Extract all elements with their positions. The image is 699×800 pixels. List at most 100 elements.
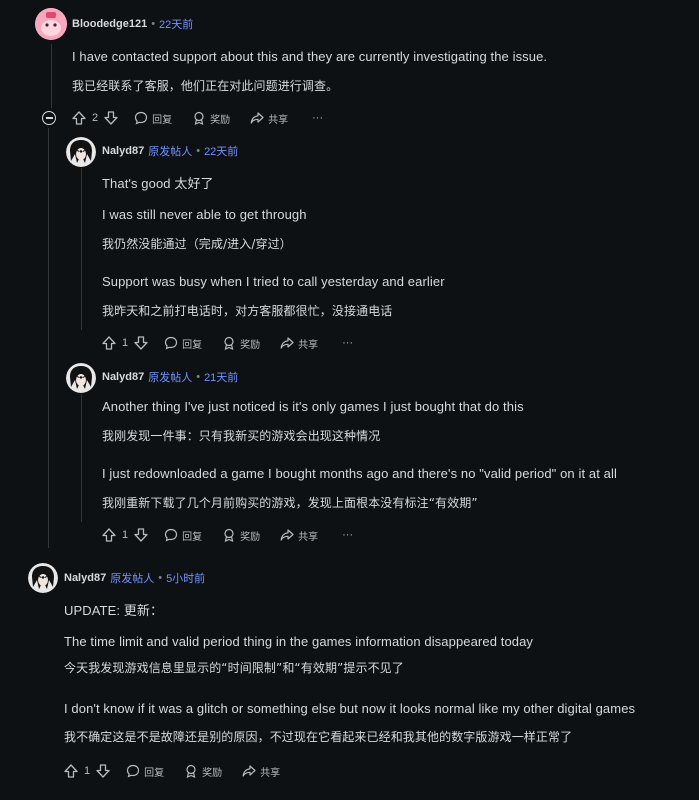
comment-text-line: 我已经联系了客服，他们正在对此问题进行调查。 xyxy=(72,79,339,93)
avatar[interactable] xyxy=(35,8,67,40)
op-badge: 原发帖人 xyxy=(148,372,193,384)
comment-text-line: 我仍然没能通过（完成/进入/穿过） xyxy=(102,237,292,251)
comment-text-line: The time limit and valid period thing in… xyxy=(64,634,534,649)
collapse-thread-button[interactable] xyxy=(42,111,56,125)
downvote-icon xyxy=(104,111,118,125)
avatar[interactable] xyxy=(28,563,58,593)
comment-text-line: 我刚重新下载了几个月前购买的游戏，发现上面根本没有标注“有效期” xyxy=(102,496,478,510)
upvote-button[interactable] xyxy=(72,111,86,125)
comment-actions: 2 回复 奖励 共享 ··· xyxy=(72,108,323,128)
award-icon xyxy=(186,764,196,778)
more-options-label: ··· xyxy=(342,337,354,349)
more-options-button[interactable]: ··· xyxy=(342,337,353,349)
thread-line-root xyxy=(51,44,52,108)
comment-bubble-icon xyxy=(165,528,178,542)
thread-line-reply-2 xyxy=(81,394,82,522)
comment-time[interactable]: 22天前 xyxy=(204,143,238,159)
reply-label: 回复 xyxy=(144,767,165,779)
comment-time[interactable]: 22天前 xyxy=(159,16,193,32)
more-options-label: ··· xyxy=(342,529,354,541)
reply-label: 回复 xyxy=(182,339,203,351)
upvote-button[interactable] xyxy=(102,528,116,542)
author-name[interactable]: Nalyd87 xyxy=(64,572,106,584)
comment-actions: 1 回复 奖励 共享 ··· xyxy=(102,525,353,545)
comment-bubble-icon xyxy=(135,111,148,125)
downvote-button[interactable] xyxy=(134,528,148,542)
comment-bubble-icon xyxy=(165,336,178,350)
avatar[interactable] xyxy=(66,137,96,167)
thread-line-children xyxy=(48,128,49,548)
comment-actions: 1 回复 奖励 共享 ··· xyxy=(102,333,353,353)
reply-button[interactable]: 回复 xyxy=(164,336,202,351)
award-icon xyxy=(194,111,204,125)
downvote-button[interactable] xyxy=(96,764,110,778)
comment-bubble-icon xyxy=(127,764,140,778)
share-icon xyxy=(250,112,264,124)
reply-button[interactable]: 回复 xyxy=(126,764,164,779)
comment-meta: Nalyd87 原发帖人 • 21天前 xyxy=(102,369,238,385)
award-button[interactable]: 奖励 xyxy=(184,764,222,779)
comment-text-line: I have contacted support about this and … xyxy=(72,49,548,64)
upvote-icon xyxy=(72,111,86,125)
dark-haired-character-avatar-icon xyxy=(66,363,96,393)
award-button[interactable]: 奖励 xyxy=(192,111,230,126)
comment-text-line: UPDATE: 更新： xyxy=(64,603,164,618)
upvote-icon xyxy=(64,764,78,778)
comment-text-line: 我刚发现一件事：只有我新买的游戏会出现这种情况 xyxy=(102,429,381,443)
comment-time[interactable]: 21天前 xyxy=(204,369,238,385)
more-options-button[interactable]: ··· xyxy=(342,529,353,541)
upvote-button[interactable] xyxy=(64,764,78,778)
comment-text-line: That's good 太好了 xyxy=(102,176,214,191)
reply-button[interactable]: 回复 xyxy=(134,111,172,126)
share-icon xyxy=(280,529,294,541)
upvote-button[interactable] xyxy=(102,336,116,350)
share-button[interactable]: 共享 xyxy=(242,764,280,779)
op-badge: 原发帖人 xyxy=(148,146,193,158)
thread-line-reply-1 xyxy=(81,168,82,330)
vote-score: 1 xyxy=(84,765,91,777)
author-name[interactable]: Nalyd87 xyxy=(102,371,144,383)
award-button[interactable]: 奖励 xyxy=(222,528,260,543)
award-button[interactable]: 奖励 xyxy=(222,336,260,351)
comment-time[interactable]: 5小时前 xyxy=(166,570,205,586)
award-label: 奖励 xyxy=(210,114,231,126)
dark-haired-character-avatar-icon xyxy=(66,137,96,167)
comment-text-line: 我不确定这是不是故障还是别的原因，不过现在它看起来已经和我其他的数字版游戏一样正… xyxy=(64,730,573,744)
downvote-button[interactable] xyxy=(134,336,148,350)
award-icon xyxy=(224,528,234,542)
share-label: 共享 xyxy=(268,114,289,126)
downvote-button[interactable] xyxy=(104,111,118,125)
comment-text-line: 我昨天和之前打电话时，对方客服都很忙，没接通电话 xyxy=(102,304,393,318)
upvote-icon xyxy=(102,336,116,350)
meta-separator: • xyxy=(196,145,201,157)
downvote-icon xyxy=(134,528,148,542)
more-options-button[interactable]: ··· xyxy=(312,112,323,124)
share-button[interactable]: 共享 xyxy=(280,336,318,351)
share-label: 共享 xyxy=(298,531,319,543)
comment-meta: Bloodedge121 • 22天前 xyxy=(72,16,193,32)
more-options-label: ··· xyxy=(312,112,324,124)
comment-text-line: I don't know if it was a glitch or somet… xyxy=(64,701,636,716)
op-badge: 原发帖人 xyxy=(110,573,155,585)
share-button[interactable]: 共享 xyxy=(280,528,318,543)
author-name[interactable]: Bloodedge121 xyxy=(72,18,147,30)
vote-score: 1 xyxy=(122,529,129,541)
upvote-icon xyxy=(102,528,116,542)
award-label: 奖励 xyxy=(240,339,261,351)
comment-text-line: Another thing I've just noticed is it's … xyxy=(102,399,524,414)
share-label: 共享 xyxy=(260,767,281,779)
pink-snoo-avatar-icon xyxy=(35,8,67,40)
avatar[interactable] xyxy=(66,363,96,393)
reply-label: 回复 xyxy=(182,531,203,543)
comment-meta: Nalyd87 原发帖人 • 22天前 xyxy=(102,143,238,159)
share-icon xyxy=(242,765,256,777)
thread-branch xyxy=(48,128,64,152)
share-button[interactable]: 共享 xyxy=(250,111,288,126)
author-name[interactable]: Nalyd87 xyxy=(102,145,144,157)
reply-button[interactable]: 回复 xyxy=(164,528,202,543)
meta-separator: • xyxy=(151,18,156,30)
comment-text-line: Support was busy when I tried to call ye… xyxy=(102,274,445,289)
share-label: 共享 xyxy=(298,339,319,351)
meta-separator: • xyxy=(158,572,163,584)
award-label: 奖励 xyxy=(240,531,261,543)
